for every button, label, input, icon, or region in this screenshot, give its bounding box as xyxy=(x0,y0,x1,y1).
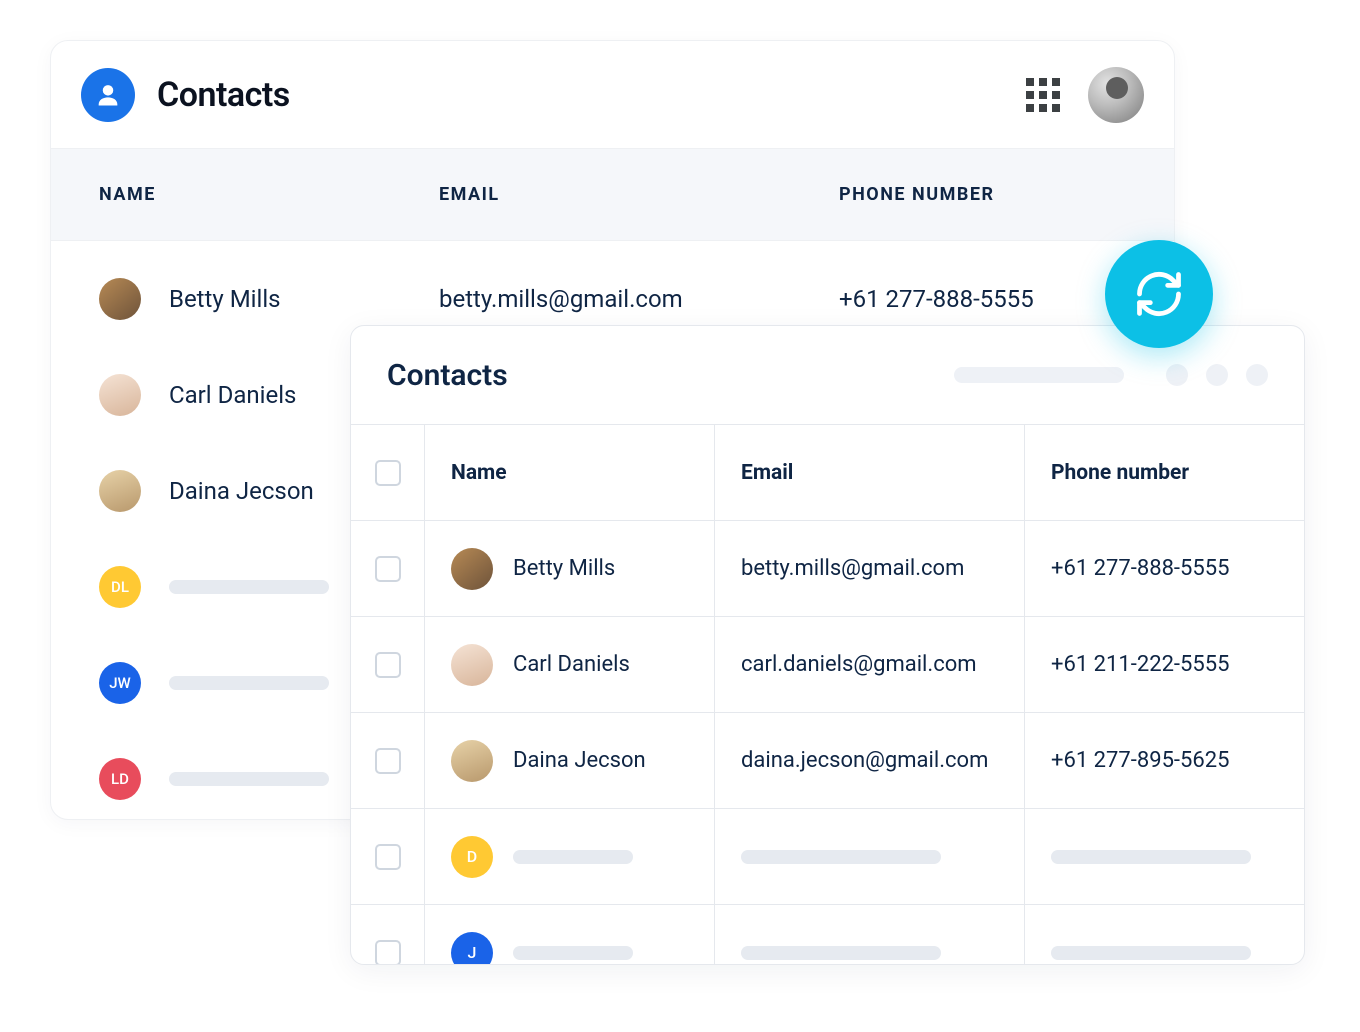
contacts-logo-icon xyxy=(81,68,135,122)
col-name-header: Name xyxy=(425,425,715,520)
cell-name[interactable]: Daina Jecson xyxy=(425,713,715,808)
cell-phone[interactable]: +61 277-895-5625 xyxy=(1025,713,1304,808)
placeholder-line xyxy=(513,946,633,960)
contact-avatar xyxy=(99,374,141,416)
contact-email: betty.mills@gmail.com xyxy=(439,285,839,313)
contact-name: Daina Jecson xyxy=(513,748,646,773)
user-avatar[interactable] xyxy=(1088,67,1144,123)
cell-name[interactable]: D xyxy=(425,809,715,904)
table-row: Daina Jecson daina.jecson@gmail.com+61 27… xyxy=(351,713,1304,809)
contact-avatar xyxy=(99,278,141,320)
col-name-header: NAME xyxy=(99,184,439,205)
contact-phone: +61 277-888-5555 xyxy=(839,285,1034,313)
panel-b-title: Contacts xyxy=(387,358,508,393)
contact-avatar xyxy=(451,644,493,686)
cell-phone[interactable]: +61 277-888-5555 xyxy=(1025,521,1304,616)
placeholder-line xyxy=(513,850,633,864)
col-email-header: EMAIL xyxy=(439,184,839,205)
placeholder-line xyxy=(1051,850,1251,864)
toolbar-placeholder-dot xyxy=(1166,364,1188,386)
contact-avatar: J xyxy=(451,932,493,966)
contact-avatar xyxy=(451,740,493,782)
row-checkbox[interactable] xyxy=(375,748,401,774)
select-all-checkbox[interactable] xyxy=(375,460,401,486)
cell-name[interactable]: Carl Daniels xyxy=(425,617,715,712)
crm-contacts-panel: Contacts Name Email Phone number Betty M… xyxy=(350,325,1305,965)
cell-email[interactable] xyxy=(715,905,1025,965)
cell-phone[interactable] xyxy=(1025,905,1304,965)
panel-a-title: Contacts xyxy=(157,75,290,115)
cell-name[interactable]: J xyxy=(425,905,715,965)
contact-avatar: LD xyxy=(99,758,141,800)
toolbar-placeholder-bar xyxy=(954,367,1124,383)
table-row: Carl Daniels carl.daniels@gmail.com+61 21… xyxy=(351,617,1304,713)
cell-phone[interactable] xyxy=(1025,809,1304,904)
cell-email[interactable] xyxy=(715,809,1025,904)
contact-avatar: JW xyxy=(99,662,141,704)
placeholder-line xyxy=(1051,946,1251,960)
row-checkbox[interactable] xyxy=(375,556,401,582)
placeholder-line xyxy=(169,772,329,786)
table-row: J xyxy=(351,905,1304,965)
table-row: Betty Mills betty.mills@gmail.com+61 277-… xyxy=(351,521,1304,617)
cell-email[interactable]: betty.mills@gmail.com xyxy=(715,521,1025,616)
sync-button[interactable] xyxy=(1105,240,1213,348)
panel-a-header: Contacts xyxy=(51,41,1174,149)
cell-phone[interactable]: +61 211-222-5555 xyxy=(1025,617,1304,712)
contact-name: Betty Mills xyxy=(169,285,439,313)
placeholder-line xyxy=(169,676,329,690)
placeholder-line xyxy=(741,946,941,960)
apps-grid-icon[interactable] xyxy=(1026,78,1060,112)
panel-a-column-headers: NAME EMAIL PHONE NUMBER xyxy=(51,149,1174,241)
placeholder-line xyxy=(169,580,329,594)
contact-name: Betty Mills xyxy=(513,556,615,581)
contact-avatar: DL xyxy=(99,566,141,608)
table-row: D xyxy=(351,809,1304,905)
placeholder-line xyxy=(741,850,941,864)
contact-avatar xyxy=(99,470,141,512)
contact-name: Carl Daniels xyxy=(513,652,630,677)
contact-avatar: D xyxy=(451,836,493,878)
cell-name[interactable]: Betty Mills xyxy=(425,521,715,616)
cell-email[interactable]: carl.daniels@gmail.com xyxy=(715,617,1025,712)
row-checkbox[interactable] xyxy=(375,844,401,870)
toolbar-placeholder-dot xyxy=(1246,364,1268,386)
contact-avatar xyxy=(451,548,493,590)
col-email-header: Email xyxy=(715,425,1025,520)
toolbar-placeholder-dot xyxy=(1206,364,1228,386)
sync-icon xyxy=(1133,268,1185,320)
row-checkbox[interactable] xyxy=(375,940,401,966)
col-phone-header: PHONE NUMBER xyxy=(839,184,1174,205)
row-checkbox[interactable] xyxy=(375,652,401,678)
col-phone-header: Phone number xyxy=(1025,425,1304,520)
panel-b-column-headers: Name Email Phone number xyxy=(351,425,1304,521)
cell-email[interactable]: daina.jecson@gmail.com xyxy=(715,713,1025,808)
